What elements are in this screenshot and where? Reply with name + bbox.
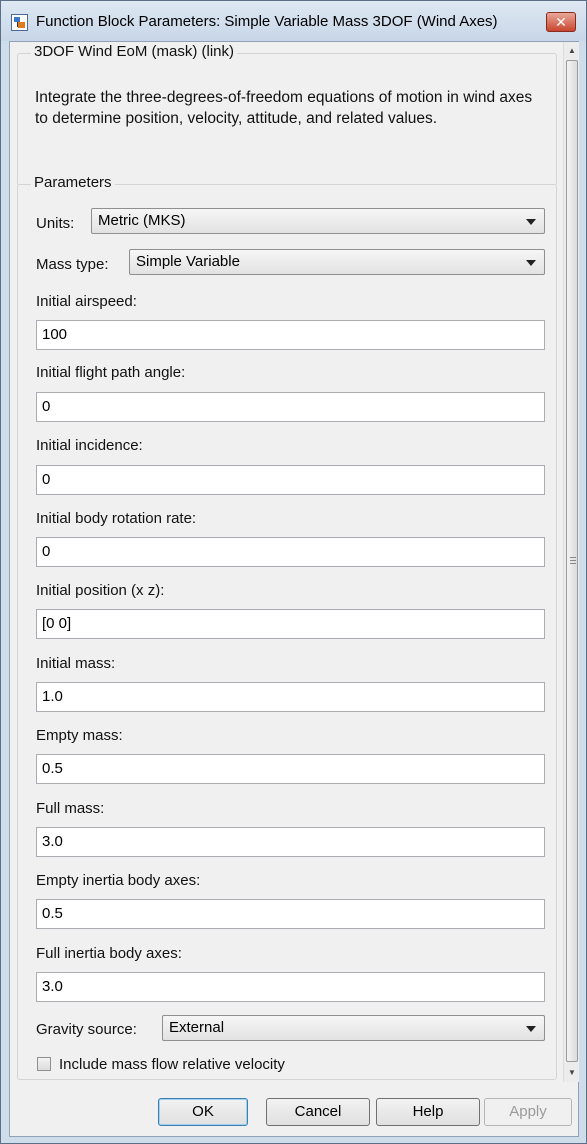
close-button[interactable]: ✕ xyxy=(546,12,576,32)
units-dropdown[interactable]: Metric (MKS) xyxy=(91,208,545,234)
scrollbar-thumb[interactable] xyxy=(566,60,578,1062)
initial-airspeed-label: Initial airspeed: xyxy=(36,293,137,310)
dialog-client-area: 3DOF Wind EoM (mask) (link) Integrate th… xyxy=(9,41,579,1137)
gravity-source-label: Gravity source: xyxy=(36,1021,137,1038)
initial-position-label: Initial position (x z): xyxy=(36,582,165,599)
initial-mass-label: Initial mass: xyxy=(36,655,116,672)
initial-flight-path-angle-field[interactable]: 0 xyxy=(36,392,545,422)
include-mass-flow-label: Include mass flow relative velocity xyxy=(59,1056,285,1073)
initial-incidence-field[interactable]: 0 xyxy=(36,465,545,495)
dialog-window: Function Block Parameters: Simple Variab… xyxy=(0,0,587,1144)
empty-inertia-field[interactable]: 0.5 xyxy=(36,899,545,929)
initial-body-rotation-rate-label: Initial body rotation rate: xyxy=(36,510,197,527)
window-title: Function Block Parameters: Simple Variab… xyxy=(36,13,498,30)
description-legend: 3DOF Wind EoM (mask) (link) xyxy=(31,43,238,60)
full-inertia-label: Full inertia body axes: xyxy=(36,945,182,962)
apply-button[interactable]: Apply xyxy=(484,1098,572,1126)
units-label: Units: xyxy=(36,215,75,232)
full-mass-label: Full mass: xyxy=(36,800,105,817)
mass-type-label: Mass type: xyxy=(36,256,109,273)
scroll-up-arrow-icon[interactable]: ▲ xyxy=(564,42,580,60)
empty-mass-field[interactable]: 0.5 xyxy=(36,754,545,784)
parameters-legend: Parameters xyxy=(31,174,115,191)
gravity-source-dropdown[interactable]: External xyxy=(162,1015,545,1041)
initial-position-field[interactable]: [0 0] xyxy=(36,609,545,639)
block-description: Integrate the three-degrees-of-freedom e… xyxy=(35,89,533,127)
initial-body-rotation-rate-field[interactable]: 0 xyxy=(36,537,545,567)
full-inertia-field[interactable]: 3.0 xyxy=(36,972,545,1002)
empty-inertia-label: Empty inertia body axes: xyxy=(36,872,201,889)
vertical-scrollbar[interactable]: ▲ ▼ xyxy=(563,42,579,1082)
chevron-down-icon xyxy=(526,260,536,266)
empty-mass-label: Empty mass: xyxy=(36,727,123,744)
units-value: Metric (MKS) xyxy=(98,212,186,229)
chevron-down-icon xyxy=(526,1026,536,1032)
scrollbar-grip-icon xyxy=(570,557,576,558)
cancel-button[interactable]: Cancel xyxy=(266,1098,370,1126)
initial-mass-field[interactable]: 1.0 xyxy=(36,682,545,712)
full-mass-field[interactable]: 3.0 xyxy=(36,827,545,857)
title-bar[interactable]: Function Block Parameters: Simple Variab… xyxy=(1,1,586,41)
mass-type-value: Simple Variable xyxy=(136,253,240,270)
initial-incidence-label: Initial incidence: xyxy=(36,437,143,454)
initial-airspeed-field[interactable]: 100 xyxy=(36,320,545,350)
parameters-scroll-area: 3DOF Wind EoM (mask) (link) Integrate th… xyxy=(10,42,562,1082)
mass-type-dropdown[interactable]: Simple Variable xyxy=(129,249,545,275)
simulink-block-icon xyxy=(11,14,28,31)
ok-button[interactable]: OK xyxy=(158,1098,248,1126)
help-button[interactable]: Help xyxy=(376,1098,480,1126)
scroll-down-arrow-icon[interactable]: ▼ xyxy=(564,1064,580,1082)
chevron-down-icon xyxy=(526,219,536,225)
include-mass-flow-checkbox[interactable] xyxy=(37,1057,51,1071)
initial-flight-path-angle-label: Initial flight path angle: xyxy=(36,364,186,381)
gravity-source-value: External xyxy=(169,1019,225,1036)
